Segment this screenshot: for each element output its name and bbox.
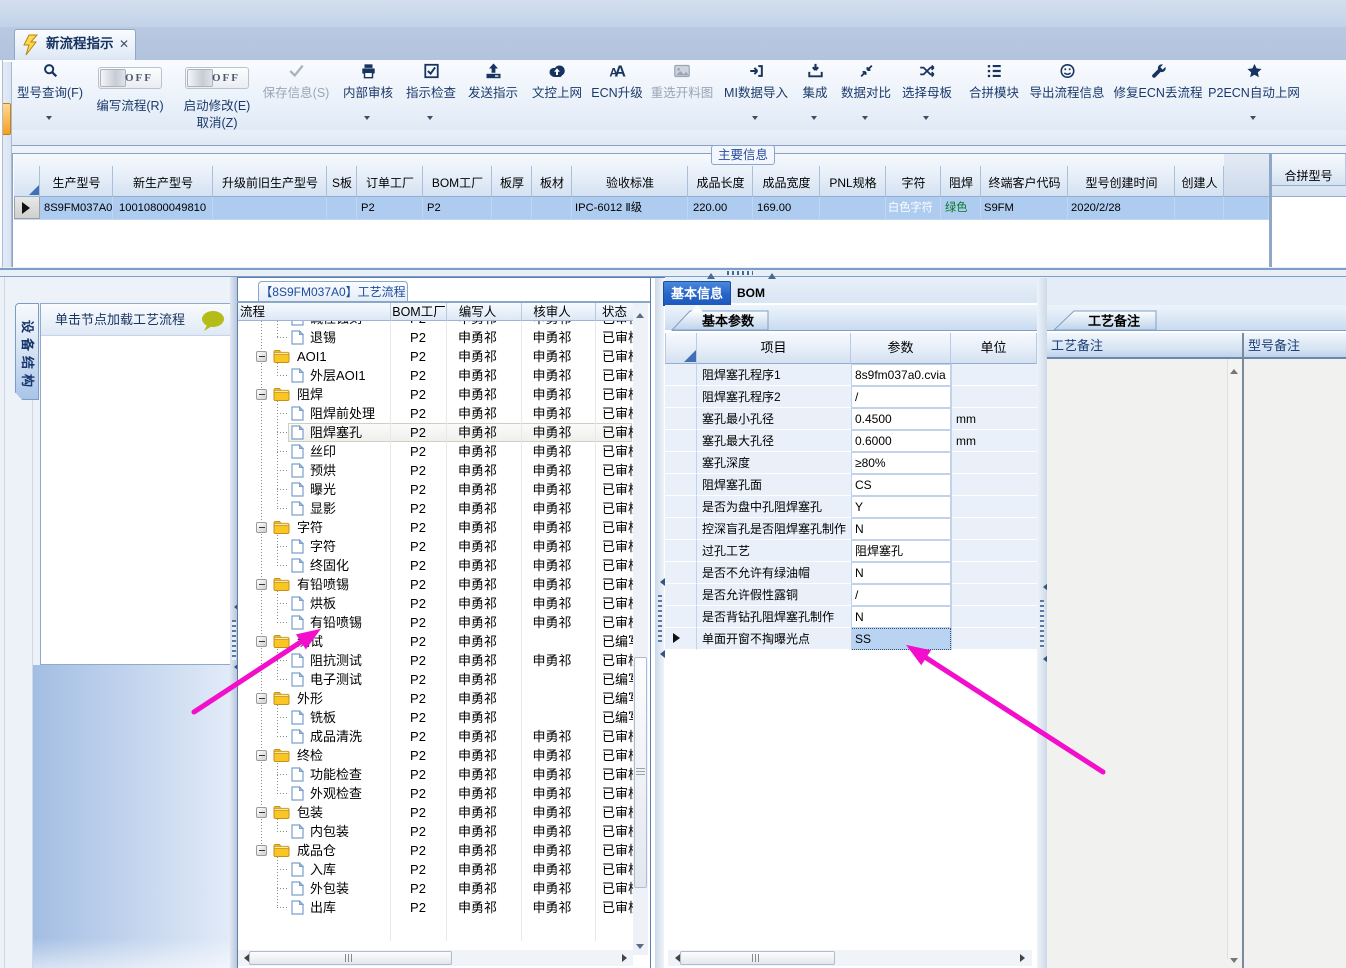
svg-text:基本参数: 基本参数 (701, 314, 755, 329)
svg-text:工艺备注: 工艺备注 (1088, 314, 1140, 329)
svg-text:A: A (614, 64, 625, 80)
